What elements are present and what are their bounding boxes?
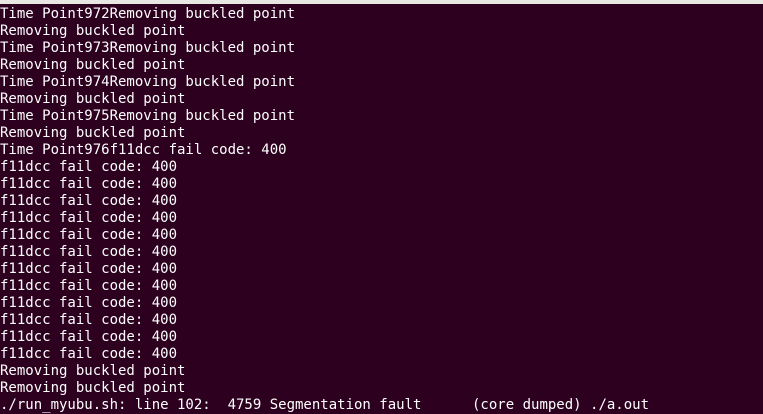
output-line: Removing buckled point bbox=[0, 91, 186, 107]
output-line: Removing buckled point bbox=[0, 57, 186, 73]
output-line: f11dcc fail code: 400 bbox=[0, 346, 178, 362]
window-top-border bbox=[0, 0, 763, 4]
output-line: f11dcc fail code: 400 bbox=[0, 329, 178, 345]
output-line: f11dcc fail code: 400 bbox=[0, 312, 178, 328]
output-line: f11dcc fail code: 400 bbox=[0, 159, 178, 175]
output-line: Time Point974Removing buckled point bbox=[0, 74, 296, 90]
output-line: Time Point972Removing buckled point bbox=[0, 6, 296, 22]
output-line: f11dcc fail code: 400 bbox=[0, 193, 178, 209]
output-line: f11dcc fail code: 400 bbox=[0, 261, 178, 277]
output-line: f11dcc fail code: 400 bbox=[0, 244, 178, 260]
output-line: f11dcc fail code: 400 bbox=[0, 176, 178, 192]
output-line: Time Point975Removing buckled point bbox=[0, 108, 296, 124]
terminal-output[interactable]: Time Point972Removing buckled point Remo… bbox=[0, 6, 763, 414]
output-line: f11dcc fail code: 400 bbox=[0, 278, 178, 294]
output-line: f11dcc fail code: 400 bbox=[0, 295, 178, 311]
output-line: Removing buckled point bbox=[0, 23, 186, 39]
output-line: Time Point973Removing buckled point bbox=[0, 40, 296, 56]
terminal-window[interactable]: Time Point972Removing buckled point Remo… bbox=[0, 0, 763, 414]
output-line: Removing buckled point bbox=[0, 380, 186, 396]
output-line: f11dcc fail code: 400 bbox=[0, 227, 178, 243]
output-line: ./run_myubu.sh: line 102: 4759 Segmentat… bbox=[0, 397, 650, 413]
output-line: Removing buckled point bbox=[0, 363, 186, 379]
output-line: Removing buckled point bbox=[0, 125, 186, 141]
output-line: f11dcc fail code: 400 bbox=[0, 210, 178, 226]
output-line: Time Point976f11dcc fail code: 400 bbox=[0, 142, 287, 158]
